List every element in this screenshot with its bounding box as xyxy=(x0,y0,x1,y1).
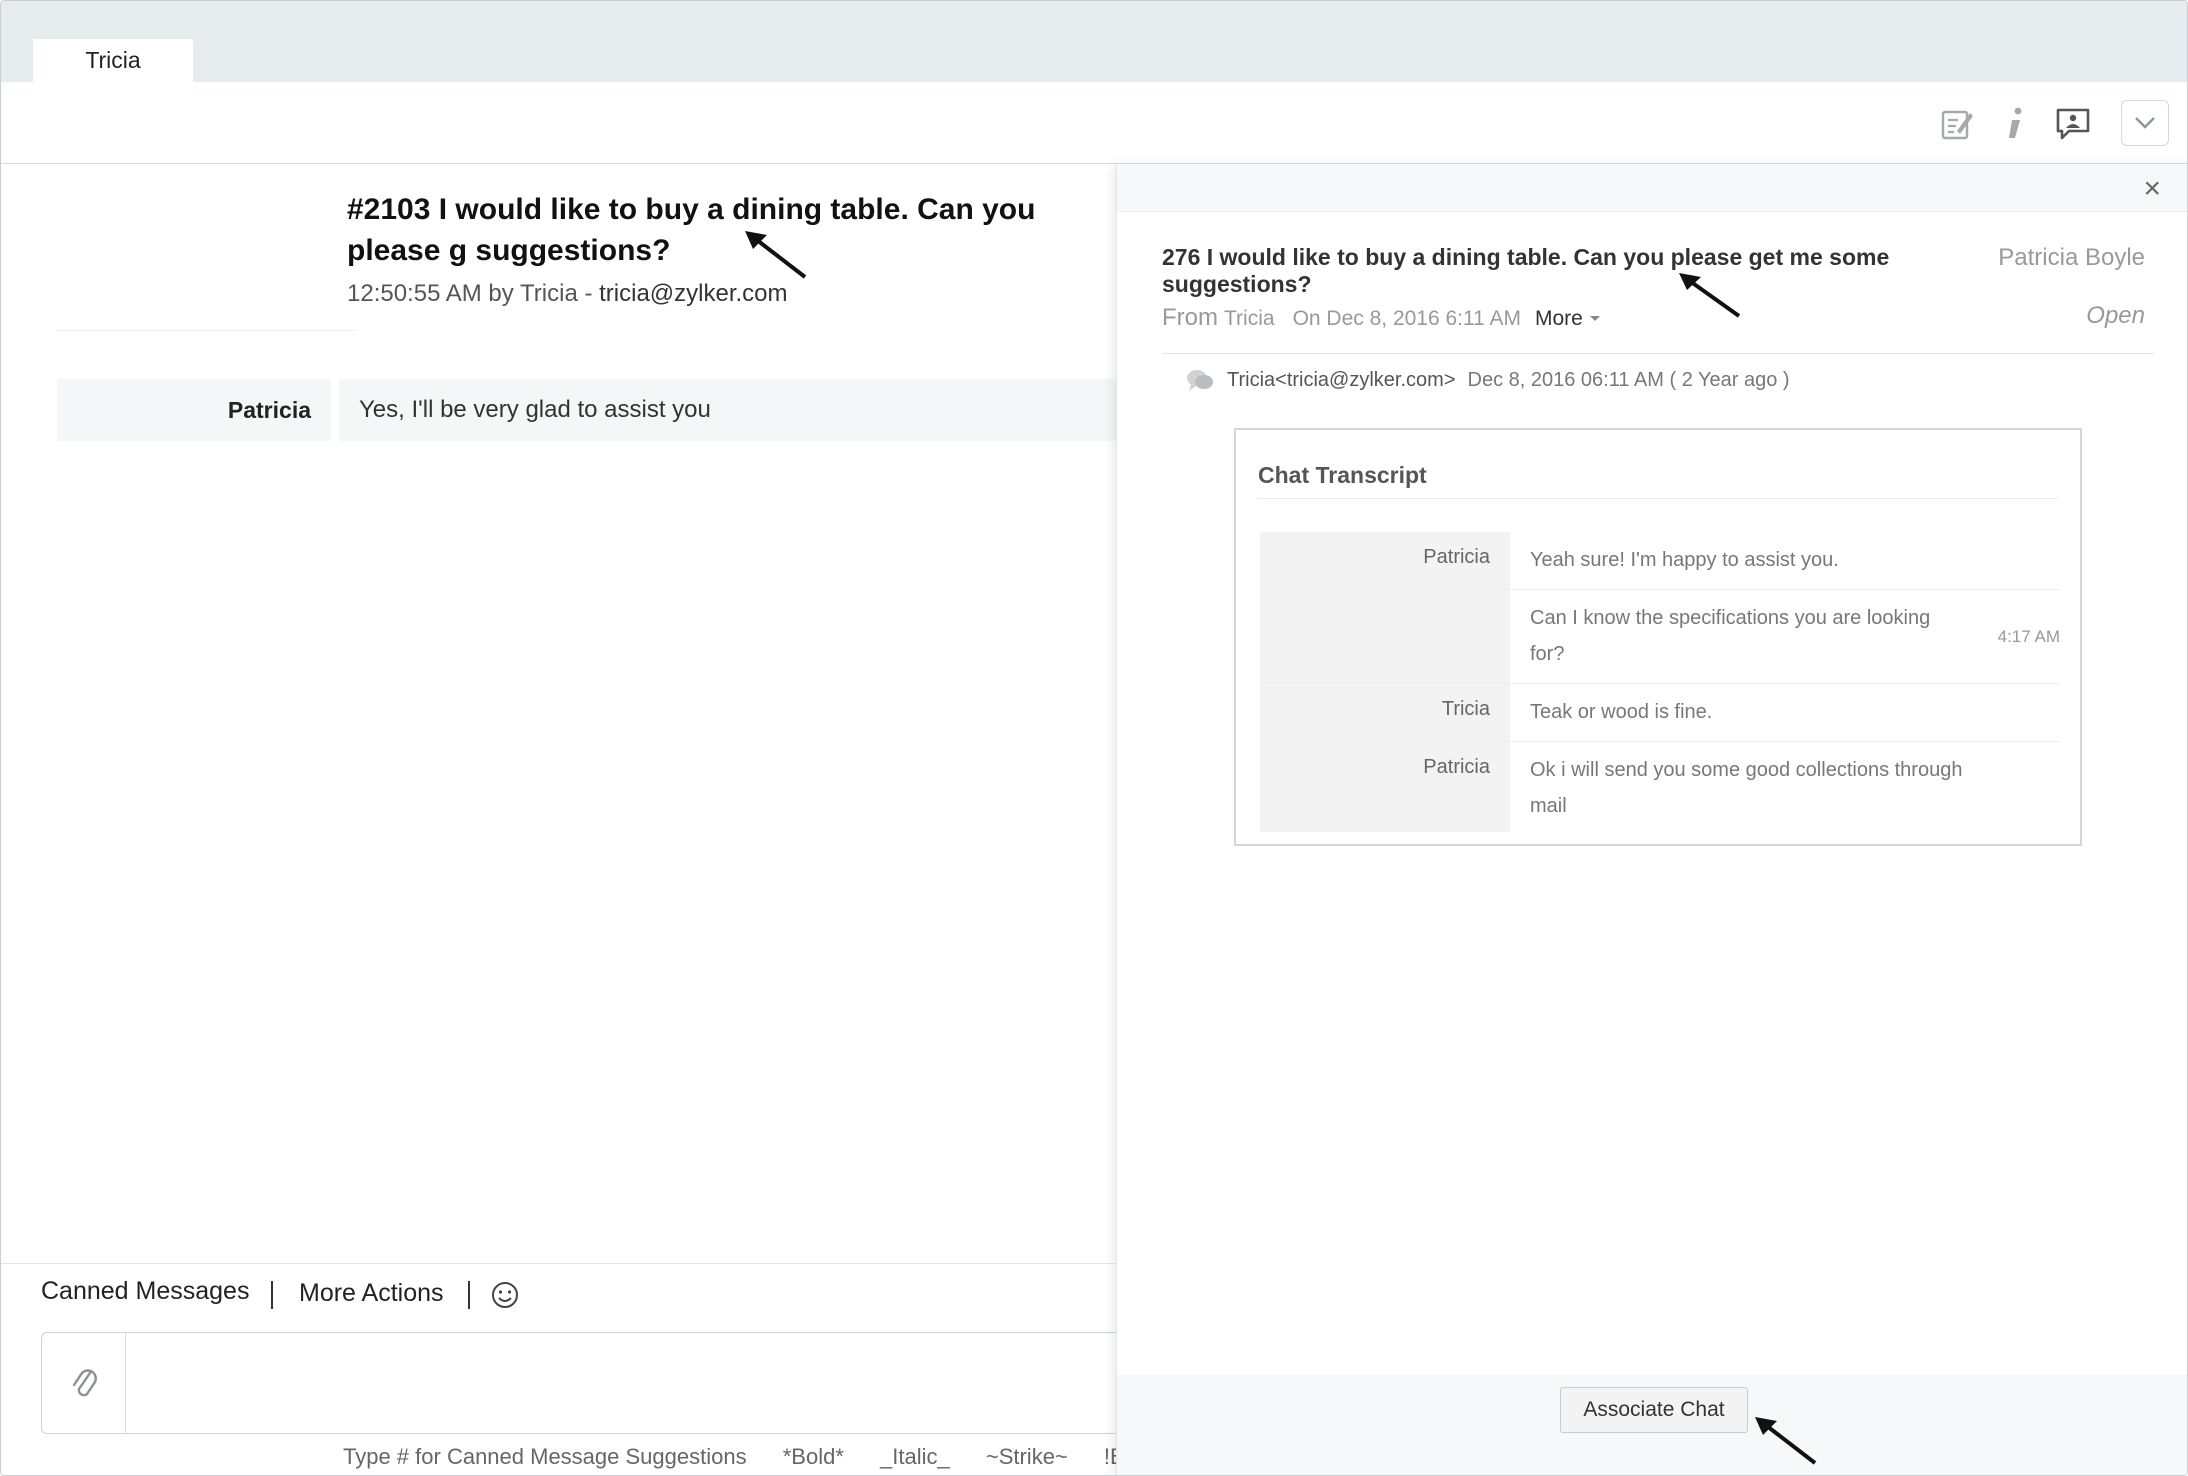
hint-bold: *Bold* xyxy=(782,1444,844,1469)
transcript-title: Chat Transcript xyxy=(1258,462,1427,488)
transcript-divider xyxy=(1258,498,2058,499)
paperclip-icon xyxy=(72,1369,97,1397)
ticket-meta: 12:50:55 AM by Tricia - tricia@zylker.co… xyxy=(347,280,788,308)
tab-tricia[interactable]: Tricia xyxy=(33,39,193,82)
attachment-button[interactable] xyxy=(42,1333,126,1433)
transcript-author xyxy=(1260,590,1510,683)
sender-address: Tricia<tricia@zylker.com> xyxy=(1227,368,1456,391)
message-row: Patricia Yes, I'll be very glad to assis… xyxy=(57,379,1119,441)
transcript-time: 4:17 AM xyxy=(1997,626,2060,646)
associate-chat-button[interactable]: Associate Chat xyxy=(1560,1387,1748,1433)
info-icon[interactable] xyxy=(1995,104,2035,144)
transcript-message: Can I know the specifications you are lo… xyxy=(1530,607,1931,665)
close-icon[interactable]: × xyxy=(2143,172,2161,206)
transcript-message: Teak or wood is fine. xyxy=(1530,701,1713,723)
toolbar xyxy=(1,82,2187,164)
from-date: On Dec 8, 2016 6:11 AM xyxy=(1292,307,1521,330)
chat-bubble-icon xyxy=(1187,370,1213,391)
canned-messages-link[interactable]: Canned Messages xyxy=(41,1277,249,1306)
hint-canned: Type # for Canned Message Suggestions xyxy=(343,1444,747,1469)
caret-down-icon xyxy=(1589,316,1600,322)
chat-transcript: Chat Transcript Patricia Yeah sure! I'm … xyxy=(1234,428,2082,846)
hint-strike: ~Strike~ xyxy=(985,1444,1068,1469)
chevron-down-icon xyxy=(2135,117,2155,129)
message-author: Patricia xyxy=(57,379,331,441)
ticket-time-by: 12:50:55 AM by Tricia - xyxy=(347,280,600,307)
transcript-row: Can I know the specifications you are lo… xyxy=(1260,590,2060,684)
sender-date: Dec 8, 2016 06:11 AM ( 2 Year ago ) xyxy=(1467,368,1790,391)
hint-italic: _Italic_ xyxy=(880,1444,950,1469)
panel-header: × xyxy=(1117,164,2187,212)
ticket-subject: #2103 I would like to buy a dining table… xyxy=(347,193,1036,267)
annotation-arrow-icon xyxy=(1679,273,1741,318)
panel-from: From Tricia On Dec 8, 2016 6:11 AM More xyxy=(1162,304,1601,332)
sender-line: Tricia<tricia@zylker.com> Dec 8, 2016 06… xyxy=(1185,367,1790,393)
ticket-email[interactable]: tricia@zylker.com xyxy=(599,280,787,307)
panel-divider xyxy=(1162,353,2154,354)
panel-footer: Associate Chat xyxy=(1117,1375,2187,1475)
emoji-icon[interactable] xyxy=(490,1280,520,1310)
transcript-author: Tricia xyxy=(1260,684,1510,741)
transcript-message: Yeah sure! I'm happy to assist you. xyxy=(1530,549,1839,571)
annotation-arrow-icon xyxy=(1755,1417,1817,1465)
tab-strip: Tricia xyxy=(1,1,2187,82)
separator xyxy=(271,1281,273,1309)
transcript-author: Patricia xyxy=(1260,532,1510,589)
from-name: Tricia xyxy=(1224,307,1275,330)
app-window: Tricia #2103 I would like to buy a dinin… xyxy=(0,0,2188,1476)
message-text: Yes, I'll be very glad to assist you xyxy=(339,379,1119,441)
transcript-message: Ok i will send you some good collections… xyxy=(1530,759,1963,817)
dropdown-button[interactable] xyxy=(2121,100,2169,146)
chat-detail-panel: × 276 I would like to buy a dining table… xyxy=(1116,164,2187,1475)
reply-input[interactable] xyxy=(41,1332,1131,1434)
from-label: From xyxy=(1162,304,1218,331)
more-label: More xyxy=(1534,307,1583,330)
composer-divider xyxy=(1,1263,1121,1264)
formatting-hints: Type # for Canned Message Suggestions *B… xyxy=(343,1444,1123,1470)
transcript-author: Patricia xyxy=(1260,742,1510,832)
chat-icon[interactable] xyxy=(2053,104,2093,144)
transcript-row: Patricia Yeah sure! I'm happy to assist … xyxy=(1260,532,2060,590)
divider xyxy=(57,330,357,331)
panel-assignee: Patricia Boyle xyxy=(1998,244,2145,271)
ticket-status: Open xyxy=(2086,302,2145,329)
transcript-row: Tricia Teak or wood is fine. xyxy=(1260,684,2060,742)
panel-subject: 276 I would like to buy a dining table. … xyxy=(1162,244,1890,297)
more-dropdown[interactable]: More xyxy=(1535,307,1601,330)
transcript-row: Patricia Ok i will send you some good co… xyxy=(1260,742,2060,832)
annotation-arrow-icon xyxy=(745,231,807,279)
more-actions-link[interactable]: More Actions xyxy=(299,1279,444,1308)
separator xyxy=(468,1281,470,1309)
edit-icon[interactable] xyxy=(1937,104,1977,144)
